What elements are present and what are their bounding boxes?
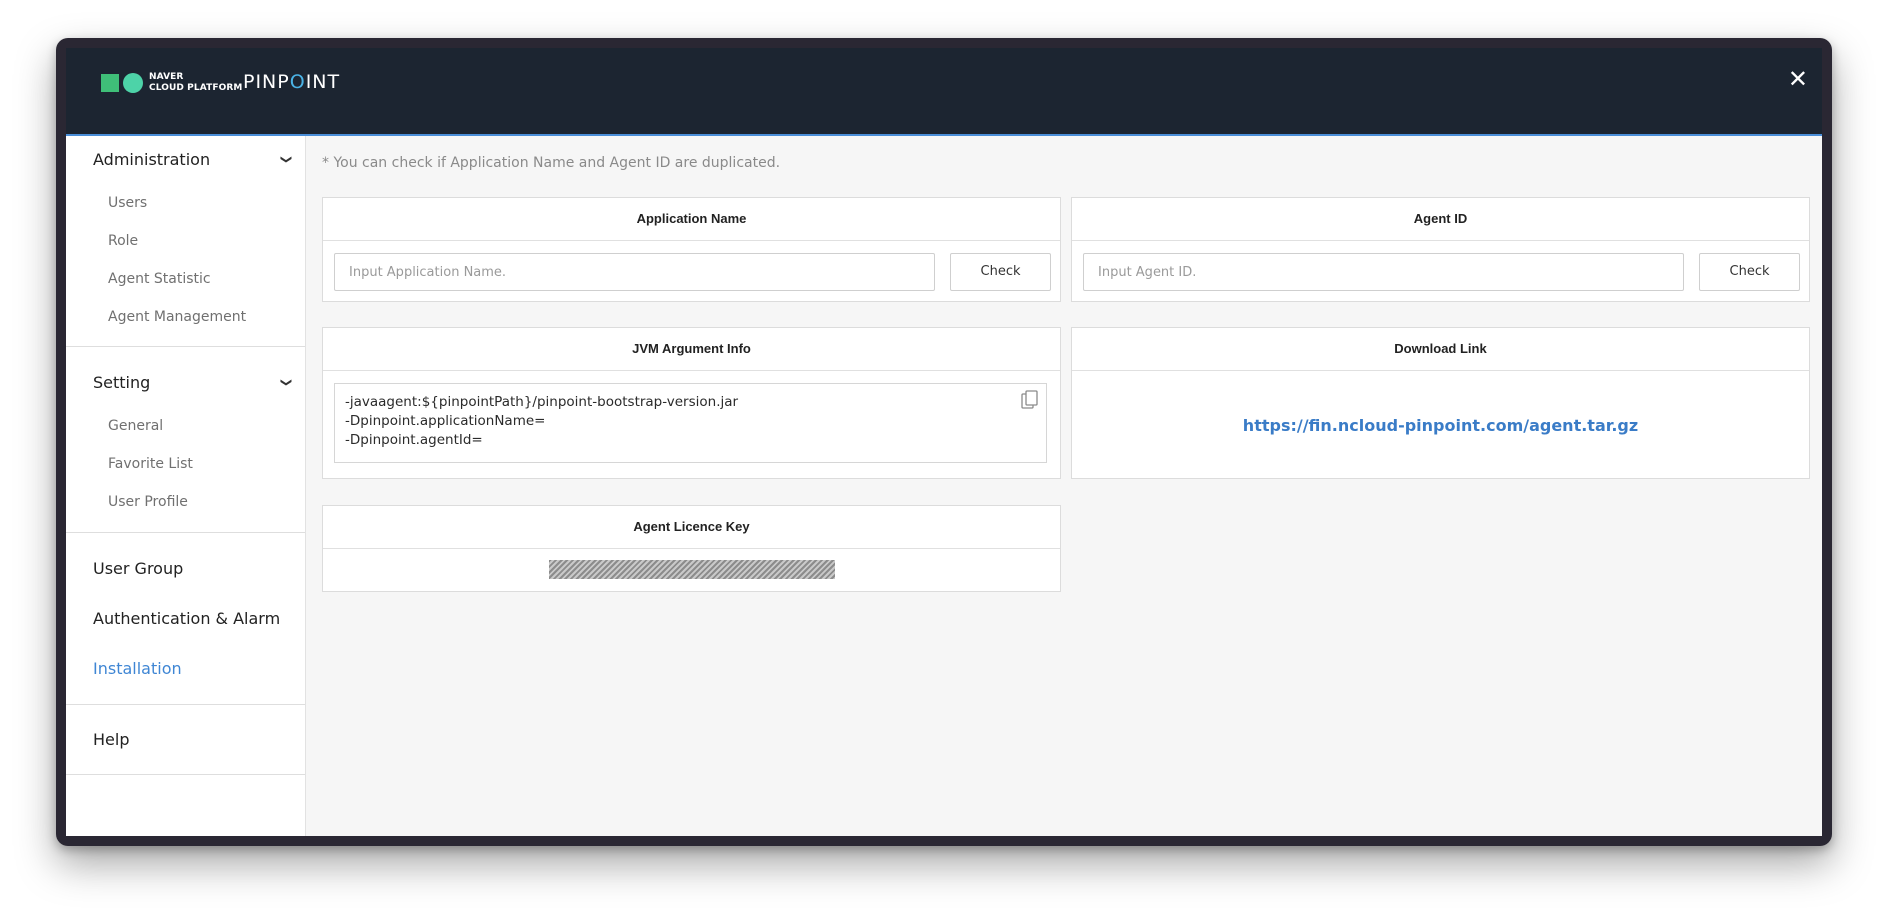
application-name-title: Application Name	[323, 198, 1060, 241]
sidebar-item-general[interactable]: General	[108, 418, 163, 434]
sidebar-divider	[66, 774, 305, 775]
sidebar-item-help[interactable]: Help	[93, 730, 129, 749]
sidebar-item-installation[interactable]: Installation	[93, 659, 182, 678]
chevron-down-icon[interactable]: ❯	[280, 378, 293, 387]
download-link-title: Download Link	[1072, 328, 1809, 371]
duplicate-check-note: * You can check if Application Name and …	[322, 155, 781, 171]
sidebar-divider	[66, 704, 305, 705]
sidebar-item-role[interactable]: Role	[108, 233, 138, 249]
chevron-down-icon[interactable]: ❯	[280, 155, 293, 164]
sidebar-item-agent-management[interactable]: Agent Management	[108, 309, 246, 325]
sidebar-item-agent-statistic[interactable]: Agent Statistic	[108, 271, 211, 287]
check-agent-id-button[interactable]: Check	[1699, 253, 1800, 291]
sidebar-item-user-group[interactable]: User Group	[93, 559, 183, 578]
application-name-input[interactable]	[334, 253, 935, 291]
brand-line-2: CLOUD PLATFORM	[149, 83, 243, 93]
agent-licence-panel: Agent Licence Key	[322, 505, 1061, 592]
brand-line-1: NAVER	[149, 72, 184, 82]
title-bar: NAVER CLOUD PLATFORM PINPOINT ✕	[66, 48, 1822, 136]
brand-logo-text: NAVER CLOUD PLATFORM	[149, 72, 242, 94]
product-title: PINPOINT	[243, 71, 340, 93]
product-title-part-2: INT	[305, 71, 341, 93]
agent-id-input[interactable]	[1083, 253, 1684, 291]
sidebar-divider	[66, 532, 305, 533]
jvm-argument-line: -javaagent:${pinpointPath}/pinpoint-boot…	[345, 394, 739, 410]
download-link-panel: Download Link https://fin.ncloud-pinpoin…	[1071, 327, 1810, 479]
agent-id-title: Agent ID	[1072, 198, 1809, 241]
close-icon[interactable]: ✕	[1788, 68, 1808, 92]
jvm-argument-title: JVM Argument Info	[323, 328, 1060, 371]
jvm-argument-line: -Dpinpoint.agentId=	[345, 432, 483, 448]
naver-logo-square-icon	[101, 74, 119, 92]
jvm-argument-line: -Dpinpoint.applicationName=	[345, 413, 546, 429]
sidebar: Administration ❯ Users Role Agent Statis…	[66, 136, 306, 836]
sidebar-divider	[66, 346, 305, 347]
sidebar-item-favorite-list[interactable]: Favorite List	[108, 456, 193, 472]
pinpoint-window: NAVER CLOUD PLATFORM PINPOINT ✕ Administ…	[56, 38, 1832, 846]
jvm-argument-panel: JVM Argument Info -javaagent:${pinpointP…	[322, 327, 1061, 479]
main-panel: * You can check if Application Name and …	[306, 136, 1822, 836]
agent-download-link[interactable]: https://fin.ncloud-pinpoint.com/agent.ta…	[1072, 416, 1809, 435]
agent-id-panel: Agent ID Check	[1071, 197, 1810, 302]
naver-logo-circle-icon	[123, 73, 143, 93]
copy-icon[interactable]	[1021, 390, 1039, 410]
sidebar-section-administration[interactable]: Administration	[93, 150, 210, 169]
sidebar-item-users[interactable]: Users	[108, 195, 147, 211]
sidebar-item-authentication-alarm[interactable]: Authentication & Alarm	[93, 609, 280, 628]
application-name-panel: Application Name Check	[322, 197, 1061, 302]
content-area: Administration ❯ Users Role Agent Statis…	[66, 136, 1822, 836]
check-application-name-button[interactable]: Check	[950, 253, 1051, 291]
agent-licence-title: Agent Licence Key	[323, 506, 1060, 549]
sidebar-item-user-profile[interactable]: User Profile	[108, 494, 188, 510]
jvm-argument-code[interactable]: -javaagent:${pinpointPath}/pinpoint-boot…	[334, 383, 1047, 463]
product-title-part-1: PINP	[243, 71, 290, 93]
licence-key-redacted	[549, 560, 835, 579]
product-title-o: O	[289, 71, 306, 93]
sidebar-section-setting[interactable]: Setting	[93, 373, 150, 392]
